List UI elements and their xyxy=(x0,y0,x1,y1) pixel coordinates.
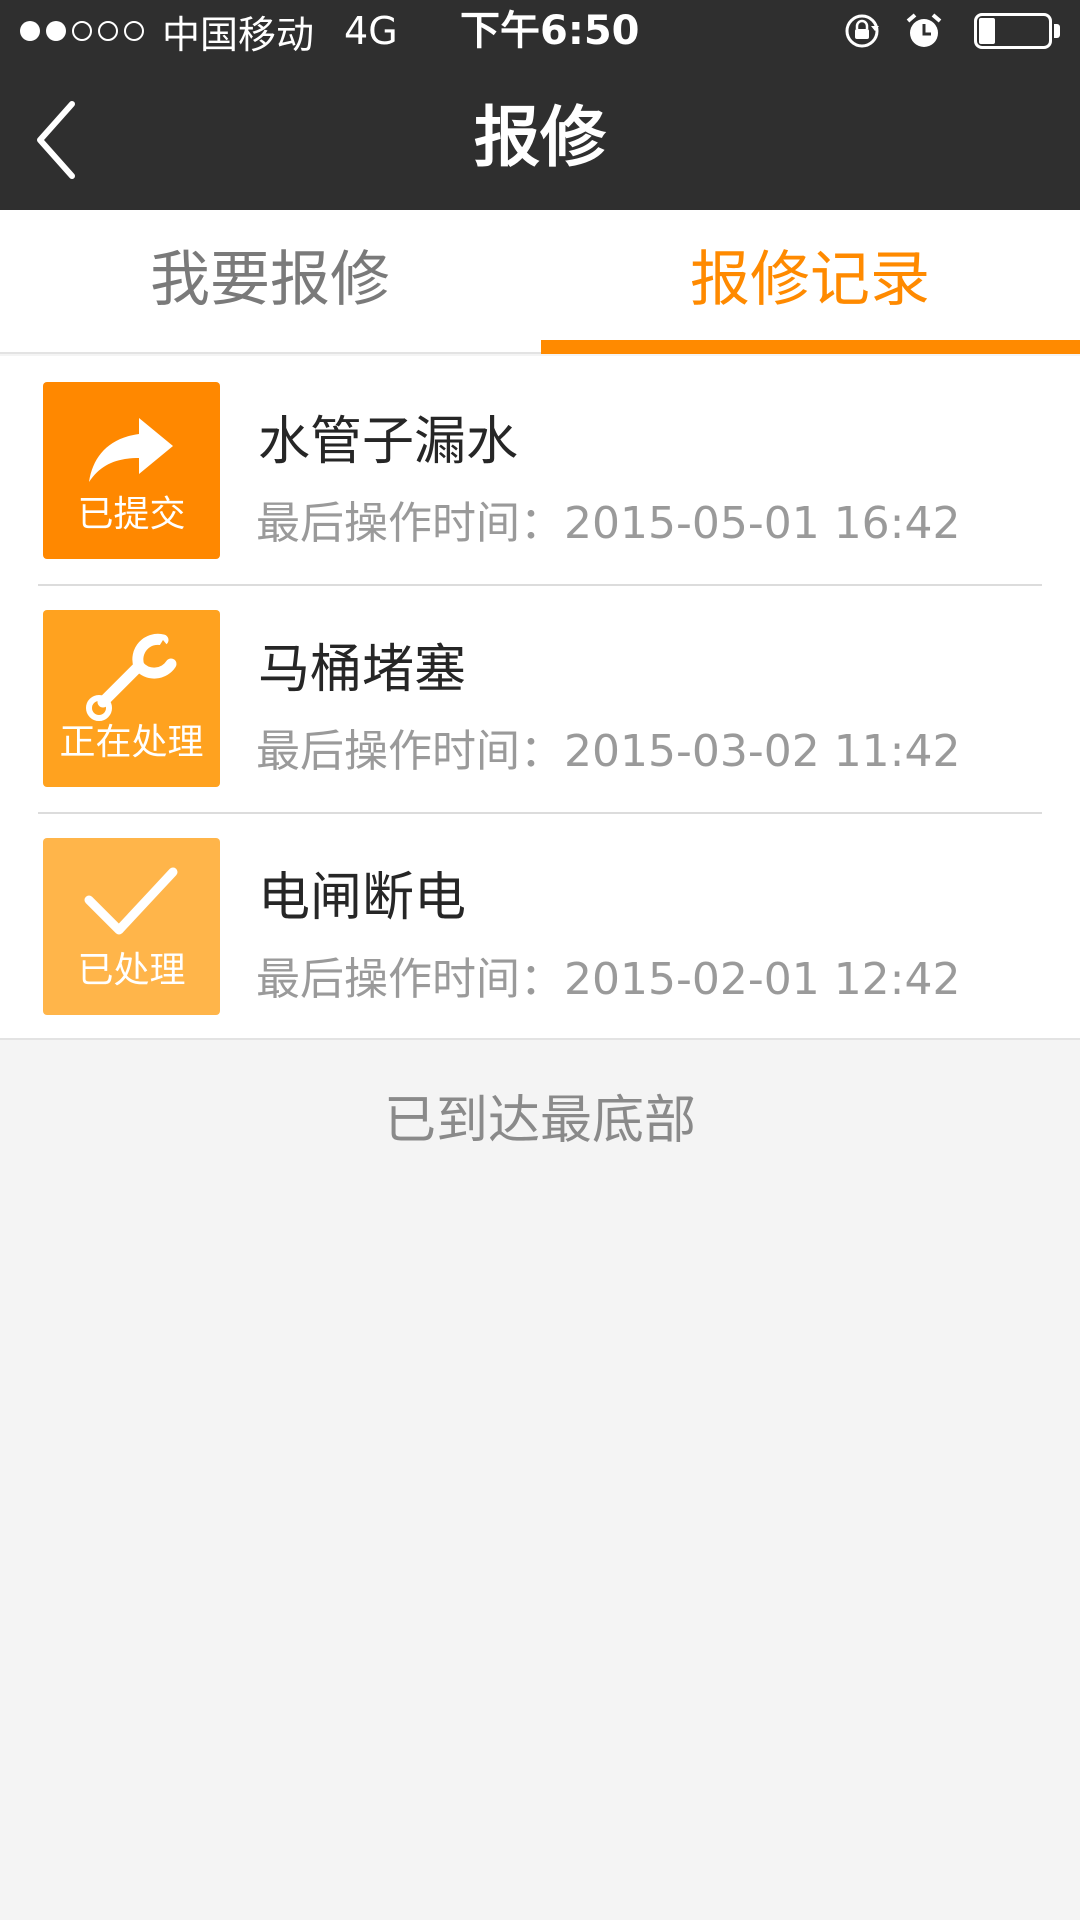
signal-dot-icon xyxy=(98,21,118,41)
record-title: 马桶堵塞 xyxy=(258,640,467,700)
signal-and-carrier: 中国移动 4G xyxy=(20,9,398,57)
share-arrow-icon xyxy=(89,418,173,482)
status-time: 下午6:50 xyxy=(460,8,640,54)
tab-repair-records[interactable]: 报修记录 xyxy=(540,210,1080,352)
list-item[interactable]: 已处理 电闸断电 最后操作时间：2015-02-01 12:42 xyxy=(0,812,1080,1038)
status-tile-processing: 正在处理 xyxy=(43,610,220,787)
tab-bar: 我要报修 报修记录 xyxy=(0,210,1080,354)
signal-dot-icon xyxy=(124,21,144,41)
rotation-lock-icon xyxy=(845,14,879,48)
record-title: 电闸断电 xyxy=(258,868,467,928)
battery-icon xyxy=(974,13,1060,49)
end-of-list-text: 已到达最底部 xyxy=(383,1091,696,1151)
signal-dot-icon xyxy=(72,21,92,41)
list-item[interactable]: 正在处理 马桶堵塞 最后操作时间：2015-03-02 11:42 xyxy=(0,584,1080,810)
checkmark-icon xyxy=(84,867,178,935)
page-title: 报修 xyxy=(474,99,606,176)
record-time: 最后操作时间：2015-02-01 12:42 xyxy=(256,954,961,1005)
status-label: 已处理 xyxy=(77,950,186,991)
alarm-clock-icon xyxy=(906,13,942,47)
network-type: 4G xyxy=(344,9,398,53)
status-tile-submitted: 已提交 xyxy=(43,382,220,559)
active-tab-indicator xyxy=(541,340,1080,354)
signal-dot-icon xyxy=(46,21,66,41)
status-tile-done: 已处理 xyxy=(43,838,220,1015)
list-item[interactable]: 已提交 水管子漏水 最后操作时间：2015-05-01 16:42 xyxy=(0,356,1080,582)
nav-header: 报修 xyxy=(0,62,1080,210)
status-icons xyxy=(842,10,1060,52)
tab-report-repair[interactable]: 我要报修 xyxy=(0,210,540,352)
record-title: 水管子漏水 xyxy=(258,412,519,472)
carrier-name: 中国移动 xyxy=(162,12,315,57)
status-bar: 中国移动 4G 下午6:50 xyxy=(0,0,1080,62)
repair-record-list: 已提交 水管子漏水 最后操作时间：2015-05-01 16:42 正在处理 马… xyxy=(0,356,1080,1040)
status-label: 正在处理 xyxy=(59,722,204,763)
wrench-icon xyxy=(86,633,177,721)
record-time: 最后操作时间：2015-03-02 11:42 xyxy=(256,726,961,777)
signal-dot-icon xyxy=(20,21,40,41)
repair-records-screen: 中国移动 4G 下午6:50 报修 我要报修 报修记录 已提交 水管子漏水 最后… xyxy=(0,0,1080,1920)
record-time: 最后操作时间：2015-05-01 16:42 xyxy=(256,498,961,549)
status-label: 已提交 xyxy=(77,494,186,535)
